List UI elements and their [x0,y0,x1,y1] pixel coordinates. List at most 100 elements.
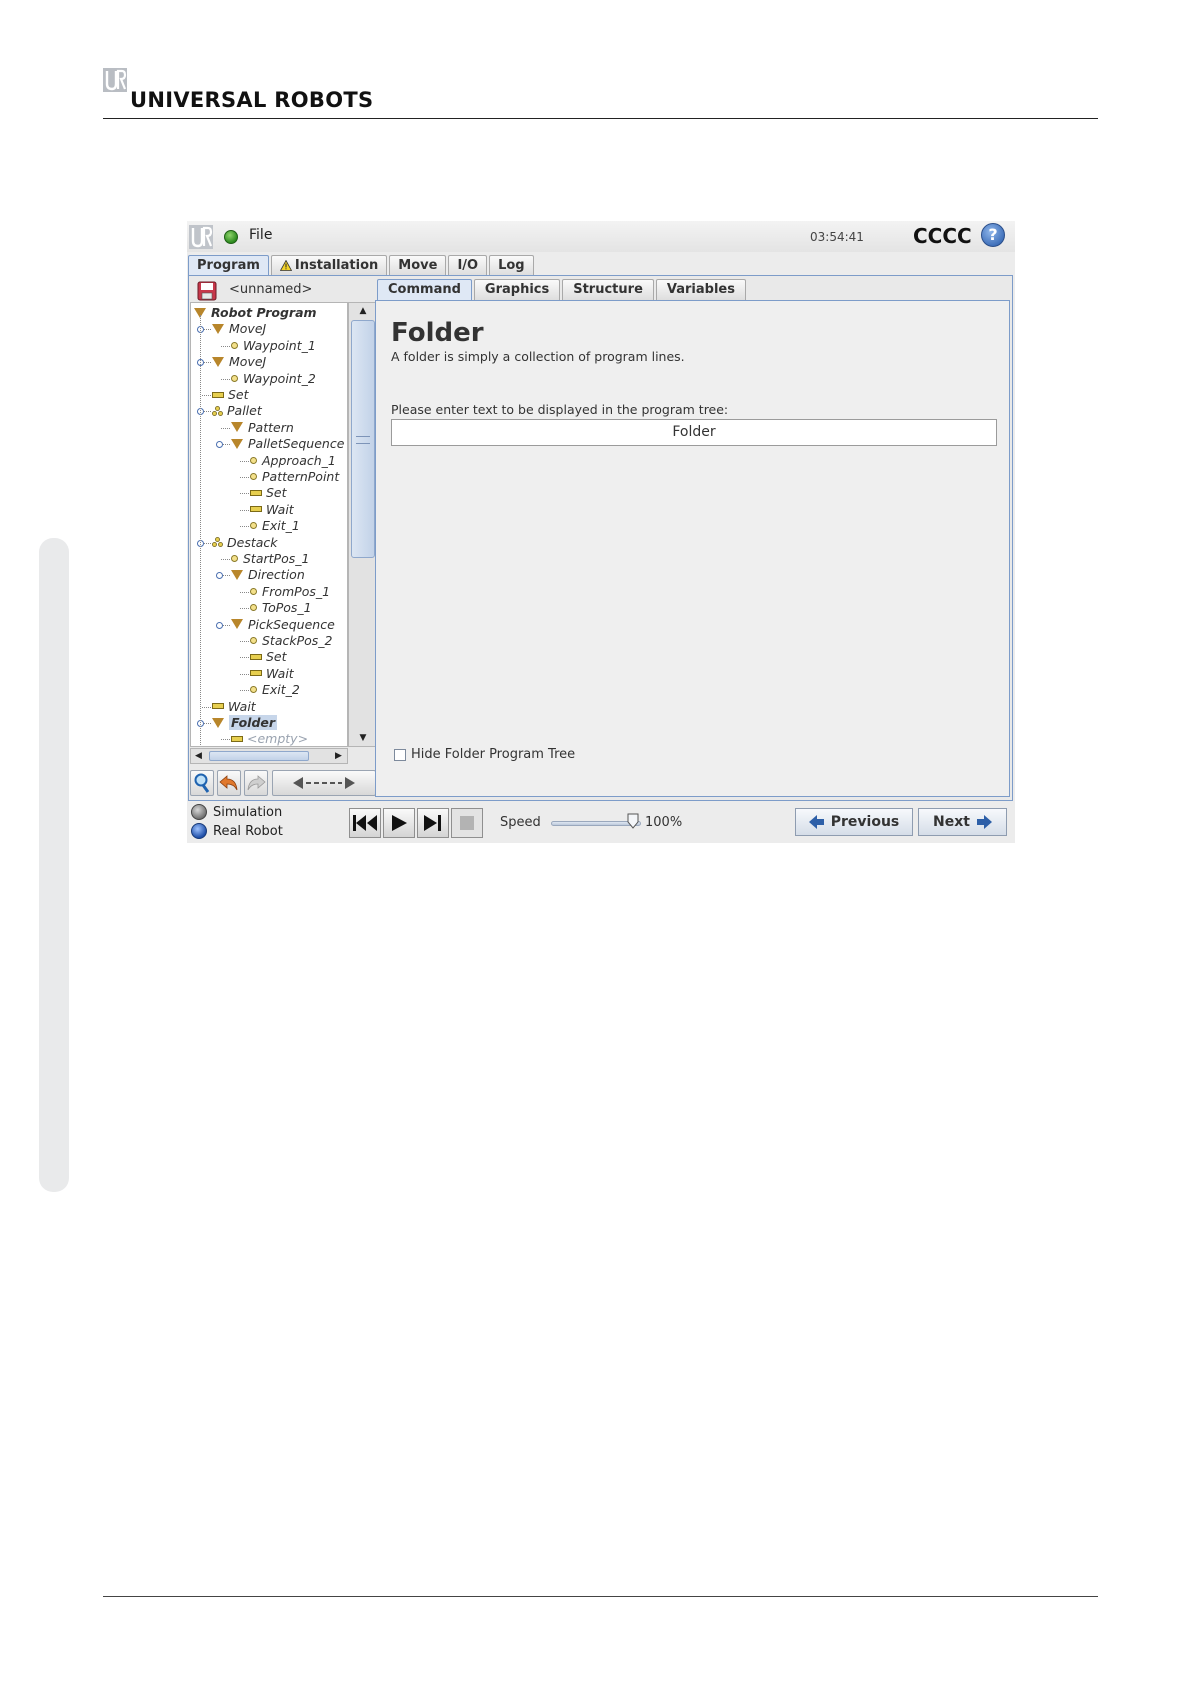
tab-variables[interactable]: Variables [655,279,746,300]
undo-button[interactable] [217,770,241,796]
scroll-left-icon[interactable]: ◀ [195,749,202,763]
real-robot-option[interactable]: Real Robot [191,823,283,839]
tree-node[interactable]: Exit_1 [250,518,300,534]
next-button[interactable]: Next [918,808,1007,836]
program-tree[interactable]: Robot Program MoveJ Waypoint_1 MoveJ Waypoin… [190,302,348,747]
save-icon[interactable] [197,281,217,301]
scroll-thumb[interactable] [351,320,375,558]
tree-node[interactable]: ToPos_1 [250,600,312,616]
play-button[interactable] [383,808,415,838]
tab-move[interactable]: Move [389,255,447,275]
folder-name-prompt: Please enter text to be displayed in the… [391,402,729,417]
tree-node[interactable]: FromPos_1 [250,584,330,600]
tree-connector [200,315,201,745]
tree-node-label: Wait [228,698,256,714]
tab-label: Program [197,258,260,273]
tab-program[interactable]: Program [188,255,269,275]
redo-icon [247,775,266,791]
skip-back-icon [353,815,377,831]
tree-connector [240,460,249,462]
tree-node[interactable]: Waypoint_2 [231,371,316,387]
tree-node[interactable]: <empty> [231,731,308,746]
tree-horizontal-scrollbar[interactable]: ◀ ▶ [190,748,348,764]
page-title: Folder [391,318,484,348]
tree-node[interactable]: Wait [250,666,294,682]
simulation-label: Simulation [213,804,283,820]
waypoint-icon [250,522,257,530]
tab-structure[interactable]: Structure [562,279,654,300]
tree-node[interactable]: PickSequence [231,617,335,633]
tree-node[interactable]: Set [212,387,249,403]
pallet-icon [212,537,223,547]
tree-vertical-scrollbar[interactable]: ▲ ▼ [348,302,378,747]
file-menu[interactable]: File [249,227,272,243]
tree-node[interactable]: PalletSequence [231,436,344,452]
tab-io[interactable]: I/O [448,255,488,275]
hide-folder-tree-option[interactable]: Hide Folder Program Tree [394,747,575,762]
tree-node[interactable]: Pallet [212,403,262,419]
tree-node[interactable]: Direction [231,567,305,583]
tree-node[interactable]: StartPos_1 [231,551,309,567]
play-icon [392,815,407,831]
tree-node[interactable]: Approach_1 [250,453,336,469]
help-button[interactable]: ? [981,223,1005,247]
action-node-icon [231,735,243,742]
tree-node[interactable]: Set [250,649,287,665]
tree-connector [240,591,249,593]
step-button[interactable] [417,808,449,838]
tree-node[interactable]: Waypoint_1 [231,338,316,354]
previous-label: Previous [830,814,900,830]
speed-label: Speed [500,815,541,830]
tree-node[interactable]: Wait [250,502,294,518]
speed-slider-handle[interactable] [627,813,639,829]
tree-node[interactable]: Robot Program [194,305,317,321]
search-button[interactable] [190,770,214,796]
triangle-node-icon [231,569,243,580]
scroll-thumb[interactable] [209,751,309,761]
tree-node[interactable]: Destack [212,535,278,551]
tree-node[interactable]: MoveJ [212,321,266,337]
scroll-up-icon[interactable]: ▲ [349,303,377,319]
redo-button[interactable] [244,770,268,796]
tree-node-label: StartPos_1 [243,551,310,566]
tree-node[interactable]: Folder [212,715,278,731]
tree-node-label: Waypoint_1 [243,337,316,353]
program-header: <unnamed> [191,279,371,301]
tree-node[interactable]: MoveJ [212,354,266,370]
hide-folder-tree-checkbox[interactable] [394,748,406,761]
tree-connector [240,608,249,610]
tab-graphics[interactable]: Graphics [473,279,561,300]
folder-name-input[interactable]: Folder [391,419,997,446]
expand-toggle-icon[interactable] [216,621,223,629]
expand-toggle-icon[interactable] [216,572,223,580]
real-robot-radio[interactable] [191,823,207,839]
tree-node[interactable]: StackPos_2 [250,633,333,649]
tree-node[interactable]: PatternPoint [250,469,339,485]
tree-node[interactable]: Exit_2 [250,682,300,698]
tab-command[interactable]: Command [377,279,472,300]
simulation-radio[interactable] [191,804,207,820]
expand-toggle-icon[interactable] [216,441,223,449]
tab-installation[interactable]: Installation [270,255,388,275]
program-name: <unnamed> [229,282,313,297]
stop-button[interactable] [451,808,483,838]
move-node-button[interactable] [272,770,376,796]
tree-node[interactable]: Set [250,485,287,501]
waypoint-icon [250,637,257,644]
robot-status-icon[interactable] [224,230,238,244]
tree-node-label: Wait [266,665,294,681]
scroll-down-icon[interactable]: ▼ [349,730,377,746]
waypoint-icon [250,473,257,480]
tab-log[interactable]: Log [489,255,534,275]
tree-node[interactable]: Pattern [231,420,294,436]
undo-icon [219,775,238,791]
scroll-right-icon[interactable]: ▶ [335,749,342,763]
simulation-option[interactable]: Simulation [191,804,282,820]
previous-button[interactable]: Previous [795,808,913,836]
action-node-icon [250,489,262,496]
waypoint-icon [231,374,238,382]
tree-node[interactable]: Wait [212,699,256,715]
tree-node-label: Destack [227,534,278,550]
rewind-button[interactable] [349,808,381,838]
speed-value: 100% [645,815,683,830]
